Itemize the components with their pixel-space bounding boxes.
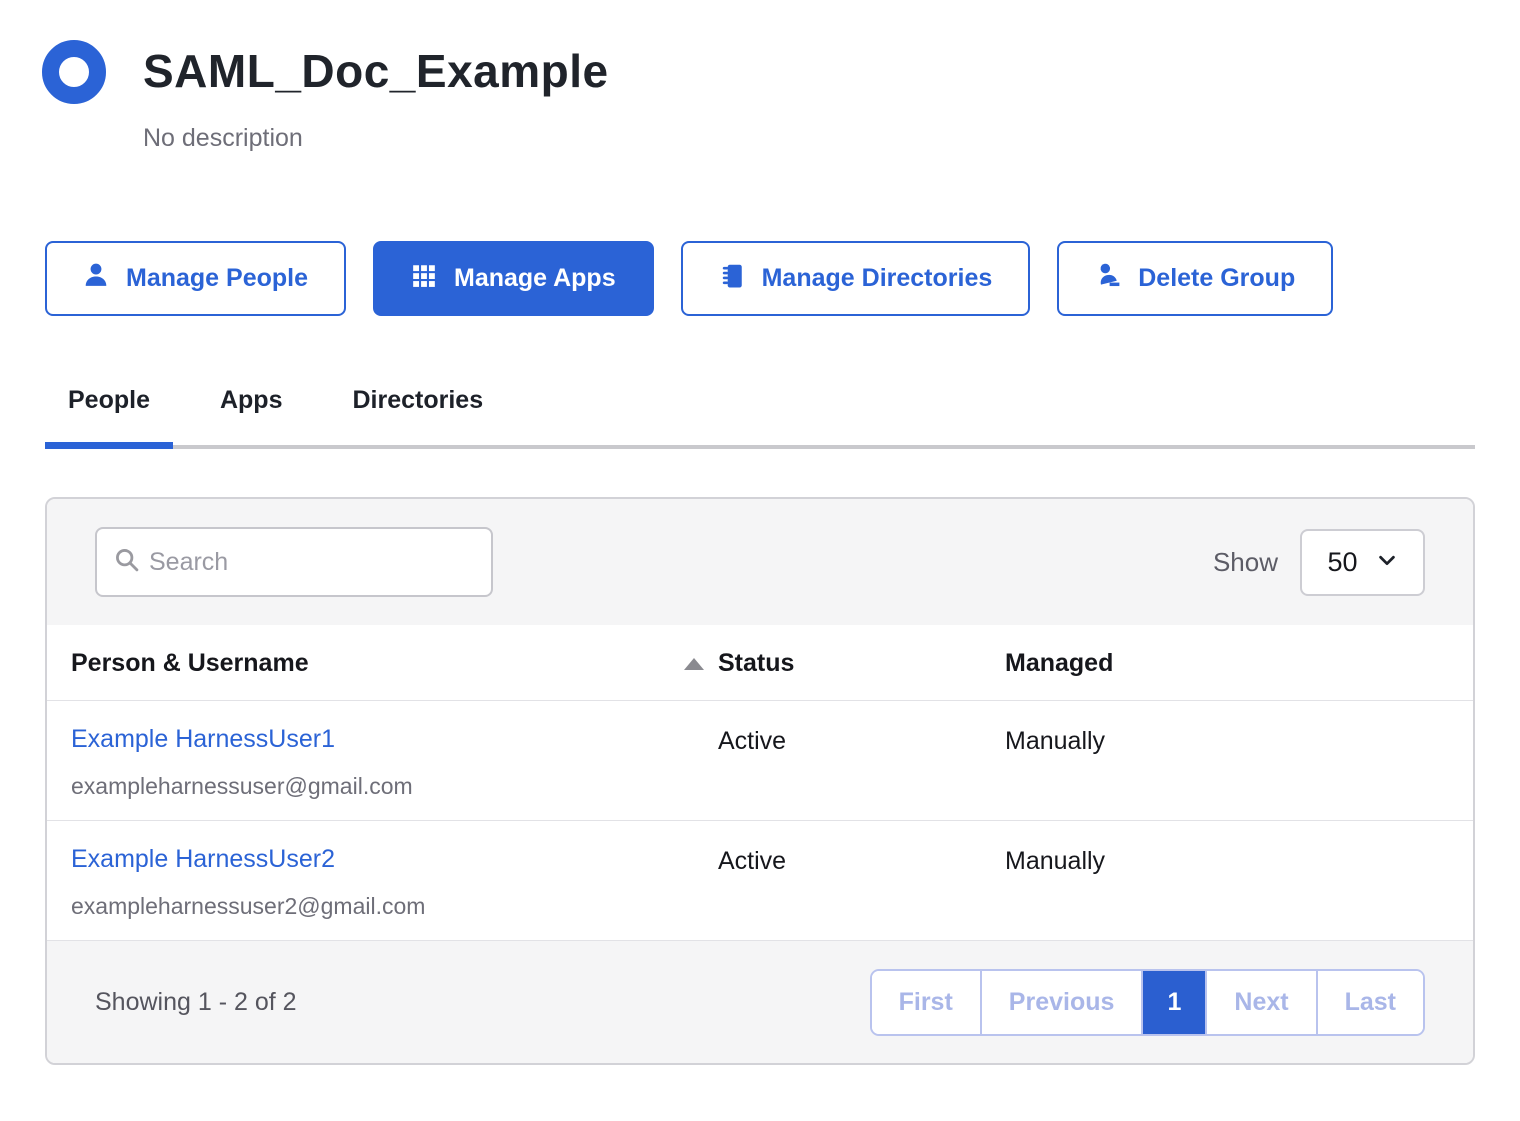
- group-tabs: People Apps Directories: [45, 386, 1475, 449]
- page-title: SAML_Doc_Example: [143, 44, 609, 98]
- grid-icon: [411, 262, 437, 295]
- table-row: Example HarnessUser2 exampleharnessuser2…: [47, 821, 1473, 941]
- person-managed: Manually: [1005, 845, 1473, 876]
- tab-apps[interactable]: Apps: [197, 386, 306, 445]
- manage-directories-label: Manage Directories: [762, 264, 993, 293]
- table-header-row: Person & Username Status Managed: [47, 625, 1473, 701]
- search-box[interactable]: [95, 527, 493, 597]
- pagination-first-button[interactable]: First: [872, 971, 980, 1034]
- person-status: Active: [718, 845, 1005, 876]
- person-managed: Manually: [1005, 725, 1473, 756]
- manage-people-button[interactable]: Manage People: [45, 241, 346, 316]
- person-status: Active: [718, 725, 1005, 756]
- sort-ascending-icon: [684, 658, 704, 670]
- person-link[interactable]: Example HarnessUser1: [71, 725, 335, 753]
- table-footer: Showing 1 - 2 of 2 First Previous 1 Next…: [47, 941, 1473, 1063]
- manage-people-label: Manage People: [126, 264, 308, 293]
- column-header-managed: Managed: [1005, 625, 1473, 700]
- table-row: Example HarnessUser1 exampleharnessuser@…: [47, 701, 1473, 821]
- pagination: First Previous 1 Next Last: [870, 969, 1425, 1036]
- column-header-person-username[interactable]: Person & Username: [47, 625, 718, 700]
- search-icon: [113, 546, 141, 579]
- person-username: exampleharnessuser@gmail.com: [71, 773, 718, 800]
- table-toolbar: Show 50: [47, 499, 1473, 625]
- remove-person-icon: [1095, 262, 1121, 295]
- pagination-next-button[interactable]: Next: [1205, 971, 1315, 1034]
- directory-notebook-icon: [719, 262, 745, 295]
- group-description: No description: [143, 124, 609, 153]
- table-body: Example HarnessUser1 exampleharnessuser@…: [47, 701, 1473, 941]
- pagination-previous-button[interactable]: Previous: [980, 971, 1142, 1034]
- group-header: SAML_Doc_Example No description: [0, 0, 1520, 153]
- page-size-select[interactable]: 50: [1300, 529, 1425, 596]
- manage-directories-button[interactable]: Manage Directories: [681, 241, 1031, 316]
- chevron-down-icon: [1376, 547, 1398, 578]
- tab-directories[interactable]: Directories: [329, 386, 506, 445]
- people-table-card: Show 50 Person & Username Status Managed…: [45, 497, 1475, 1065]
- person-link[interactable]: Example HarnessUser2: [71, 845, 335, 873]
- results-summary: Showing 1 - 2 of 2: [95, 988, 297, 1017]
- pagination-page-1-button[interactable]: 1: [1141, 971, 1205, 1034]
- person-username: exampleharnessuser2@gmail.com: [71, 893, 718, 920]
- column-header-status: Status: [718, 625, 1005, 700]
- delete-group-button[interactable]: Delete Group: [1057, 241, 1333, 316]
- show-label: Show: [1213, 547, 1278, 578]
- page-size-value: 50: [1327, 547, 1357, 578]
- tab-people[interactable]: People: [45, 386, 173, 445]
- manage-apps-label: Manage Apps: [454, 264, 616, 293]
- pagination-last-button[interactable]: Last: [1316, 971, 1423, 1034]
- search-input[interactable]: [149, 548, 475, 577]
- group-icon: [42, 40, 106, 104]
- person-icon: [83, 262, 109, 295]
- delete-group-label: Delete Group: [1138, 264, 1295, 293]
- manage-apps-button[interactable]: Manage Apps: [373, 241, 654, 316]
- group-actions: Manage People Manage Apps Manage Directo…: [45, 241, 1475, 316]
